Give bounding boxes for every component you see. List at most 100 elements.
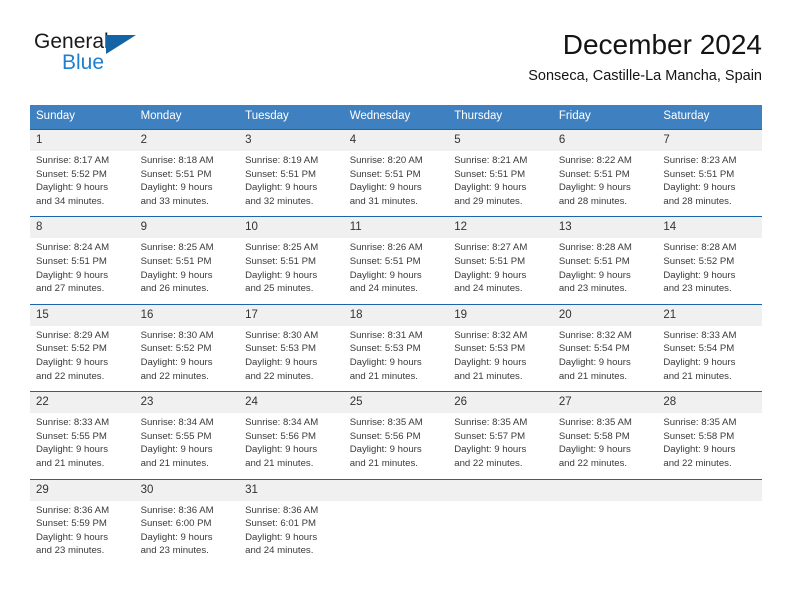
day-cell[interactable]: Sunrise: 8:29 AM Sunset: 5:52 PM Dayligh… (30, 326, 135, 391)
day-number[interactable]: 22 (30, 392, 135, 413)
sunrise-text: Sunrise: 8:23 AM (663, 155, 737, 166)
day-number[interactable]: 8 (30, 217, 135, 238)
day-number[interactable]: 9 (135, 217, 240, 238)
day-cell[interactable]: Sunrise: 8:31 AM Sunset: 5:53 PM Dayligh… (344, 326, 449, 391)
day-cell[interactable]: Sunrise: 8:32 AM Sunset: 5:54 PM Dayligh… (553, 326, 658, 391)
daylight-text-line2: and 21 minutes. (36, 457, 105, 469)
daylight-text-line2: and 24 minutes. (349, 283, 418, 295)
day-cell[interactable]: Sunrise: 8:22 AM Sunset: 5:51 PM Dayligh… (553, 151, 658, 216)
daylight-text-line2: and 23 minutes. (663, 283, 732, 295)
sunset-text: Sunset: 5:57 PM (454, 430, 526, 442)
day-number[interactable]: 25 (344, 392, 449, 413)
day-cell[interactable]: Sunrise: 8:36 AM Sunset: 5:59 PM Dayligh… (30, 501, 135, 566)
day-number[interactable]: 18 (344, 305, 449, 326)
daylight-text-line1: Daylight: 9 hours (663, 182, 736, 194)
day-cell[interactable]: Sunrise: 8:25 AM Sunset: 5:51 PM Dayligh… (239, 238, 344, 303)
day-cell[interactable]: Sunrise: 8:33 AM Sunset: 5:54 PM Dayligh… (657, 326, 762, 391)
day-cell[interactable]: Sunrise: 8:17 AM Sunset: 5:52 PM Dayligh… (30, 151, 135, 216)
day-cell[interactable]: Sunrise: 8:36 AM Sunset: 6:00 PM Dayligh… (135, 501, 240, 566)
day-details-band: Sunrise: 8:17 AM Sunset: 5:52 PM Dayligh… (30, 151, 762, 217)
day-cell[interactable]: Sunrise: 8:19 AM Sunset: 5:51 PM Dayligh… (239, 151, 344, 216)
day-cell[interactable]: Sunrise: 8:24 AM Sunset: 5:51 PM Dayligh… (30, 238, 135, 303)
day-number[interactable]: 28 (657, 392, 762, 413)
sunset-text: Sunset: 5:52 PM (140, 343, 212, 355)
sunrise-text: Sunrise: 8:35 AM (558, 417, 632, 429)
day-number-empty (448, 480, 553, 501)
day-cell[interactable]: Sunrise: 8:34 AM Sunset: 5:56 PM Dayligh… (239, 413, 344, 478)
day-number[interactable]: 16 (135, 305, 240, 326)
day-cell[interactable]: Sunrise: 8:28 AM Sunset: 5:52 PM Dayligh… (657, 238, 762, 303)
day-number[interactable]: 26 (448, 392, 553, 413)
daylight-text-line2: and 21 minutes. (454, 370, 523, 382)
day-number[interactable]: 31 (239, 480, 344, 501)
sunset-text: Sunset: 5:56 PM (349, 430, 421, 442)
day-number[interactable]: 29 (30, 480, 135, 501)
weekday-header-wednesday: Wednesday (349, 110, 411, 122)
sunset-text: Sunset: 5:52 PM (663, 255, 735, 267)
day-cell[interactable]: Sunrise: 8:35 AM Sunset: 5:57 PM Dayligh… (448, 413, 553, 478)
day-cell[interactable]: Sunrise: 8:35 AM Sunset: 5:58 PM Dayligh… (657, 413, 762, 478)
day-number[interactable]: 27 (553, 392, 658, 413)
day-cell[interactable]: Sunrise: 8:30 AM Sunset: 5:53 PM Dayligh… (239, 326, 344, 391)
day-number[interactable]: 4 (344, 130, 449, 151)
day-number[interactable]: 30 (135, 480, 240, 501)
day-number[interactable]: 10 (239, 217, 344, 238)
day-number[interactable]: 14 (657, 217, 762, 238)
day-number[interactable]: 15 (30, 305, 135, 326)
day-number[interactable]: 1 (30, 130, 135, 151)
day-cell[interactable]: Sunrise: 8:30 AM Sunset: 5:52 PM Dayligh… (135, 326, 240, 391)
day-cell[interactable]: Sunrise: 8:32 AM Sunset: 5:53 PM Dayligh… (448, 326, 553, 391)
daylight-text-line1: Daylight: 9 hours (245, 444, 318, 456)
day-cell[interactable]: Sunrise: 8:34 AM Sunset: 5:55 PM Dayligh… (135, 413, 240, 478)
daylight-text-line2: and 23 minutes. (558, 283, 628, 295)
page-title: December 2024 (562, 29, 762, 60)
general-blue-logo[interactable]: General Blue (34, 30, 154, 82)
day-cell[interactable]: Sunrise: 8:20 AM Sunset: 5:51 PM Dayligh… (344, 151, 449, 216)
daylight-text-line1: Daylight: 9 hours (663, 444, 736, 456)
weekday-header-friday: Friday (558, 110, 591, 122)
sunrise-text: Sunrise: 8:34 AM (140, 417, 214, 429)
day-cell[interactable]: Sunrise: 8:28 AM Sunset: 5:51 PM Dayligh… (553, 238, 658, 303)
day-cell[interactable]: Sunrise: 8:27 AM Sunset: 5:51 PM Dayligh… (448, 238, 553, 303)
day-number[interactable]: 21 (657, 305, 762, 326)
day-cell[interactable]: Sunrise: 8:25 AM Sunset: 5:51 PM Dayligh… (135, 238, 240, 303)
day-cell[interactable]: Sunrise: 8:21 AM Sunset: 5:51 PM Dayligh… (448, 151, 553, 216)
day-number[interactable]: 5 (448, 130, 553, 151)
weekday-header-tuesday: Tuesday (245, 110, 289, 122)
day-number[interactable]: 12 (448, 217, 553, 238)
day-cell[interactable]: Sunrise: 8:35 AM Sunset: 5:58 PM Dayligh… (553, 413, 658, 478)
sunrise-text: Sunrise: 8:30 AM (140, 329, 214, 341)
sunrise-text: Sunrise: 8:25 AM (140, 242, 214, 254)
day-cell[interactable]: Sunrise: 8:33 AM Sunset: 5:55 PM Dayligh… (30, 413, 135, 478)
daylight-text-line1: Daylight: 9 hours (36, 269, 108, 281)
day-number[interactable]: 23 (135, 392, 240, 413)
day-details-band: Sunrise: 8:33 AM Sunset: 5:55 PM Dayligh… (30, 413, 762, 479)
day-number[interactable]: 24 (239, 392, 344, 413)
day-cell[interactable]: Sunrise: 8:23 AM Sunset: 5:51 PM Dayligh… (657, 151, 762, 216)
sunrise-text: Sunrise: 8:33 AM (36, 417, 110, 429)
day-number[interactable]: 13 (553, 217, 658, 238)
daylight-text-line2: and 26 minutes. (140, 283, 209, 295)
sunset-text: Sunset: 5:51 PM (140, 255, 212, 267)
day-number[interactable]: 17 (239, 305, 344, 326)
day-number[interactable]: 19 (448, 305, 553, 326)
day-cell[interactable]: Sunrise: 8:35 AM Sunset: 5:56 PM Dayligh… (344, 413, 449, 478)
daylight-text-line2: and 23 minutes. (140, 545, 209, 557)
daylight-text-line2: and 24 minutes. (454, 283, 523, 295)
day-number[interactable]: 7 (657, 130, 762, 151)
day-number[interactable]: 11 (344, 217, 449, 238)
day-cell[interactable]: Sunrise: 8:26 AM Sunset: 5:51 PM Dayligh… (344, 238, 449, 303)
sunset-text: Sunset: 5:53 PM (349, 343, 421, 355)
day-number[interactable]: 20 (553, 305, 658, 326)
daylight-text-line1: Daylight: 9 hours (349, 269, 422, 281)
day-cell[interactable]: Sunrise: 8:18 AM Sunset: 5:51 PM Dayligh… (135, 151, 240, 216)
day-number[interactable]: 3 (239, 130, 344, 151)
weekday-header-sunday: Sunday (36, 110, 76, 122)
daylight-text-line1: Daylight: 9 hours (454, 182, 527, 194)
weekday-header-monday: Monday (140, 110, 182, 122)
day-number-empty (344, 480, 449, 501)
sunrise-text: Sunrise: 8:36 AM (245, 504, 319, 516)
day-cell[interactable]: Sunrise: 8:36 AM Sunset: 6:01 PM Dayligh… (239, 501, 344, 566)
day-number[interactable]: 2 (135, 130, 240, 151)
day-number[interactable]: 6 (553, 130, 658, 151)
